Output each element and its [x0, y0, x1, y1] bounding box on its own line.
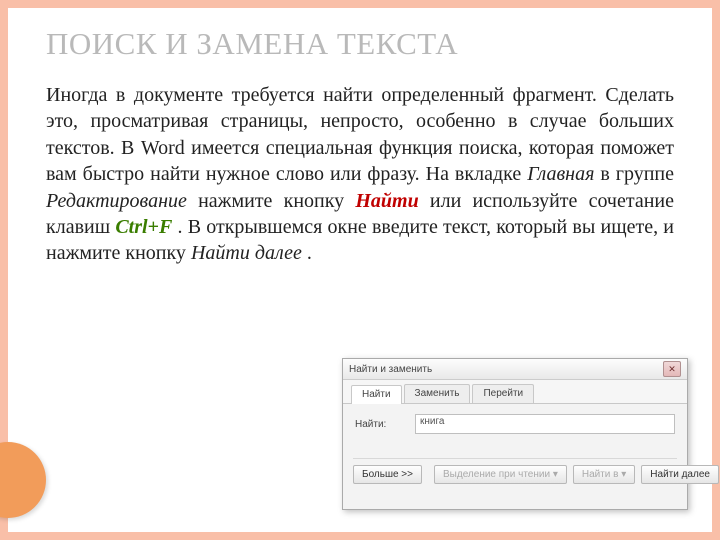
em-findnext: Найти далее — [191, 242, 302, 264]
body-text: нажмите кнопку — [198, 190, 355, 212]
reading-highlight-button[interactable]: Выделение при чтении ▾ — [434, 465, 567, 484]
brand-find: Найти — [355, 190, 418, 212]
find-next-button[interactable]: Найти далее — [641, 465, 719, 484]
find-input[interactable]: книга — [415, 414, 675, 434]
find-label: Найти: — [355, 419, 405, 430]
tab-find[interactable]: Найти — [351, 385, 402, 404]
tab-replace[interactable]: Заменить — [404, 384, 471, 403]
dialog-titlebar: Найти и заменить ✕ — [343, 359, 687, 380]
body-paragraph: Иногда в документе требуется найти опред… — [46, 82, 674, 267]
find-replace-dialog: Найти и заменить ✕ Найти Заменить Перейт… — [342, 358, 688, 510]
page-title: ПОИСК И ЗАМЕНА ТЕКСТА — [46, 26, 674, 62]
slide-paper: ПОИСК И ЗАМЕНА ТЕКСТА Иногда в документе… — [8, 8, 712, 532]
find-in-button[interactable]: Найти в ▾ — [573, 465, 635, 484]
close-icon[interactable]: ✕ — [663, 361, 681, 377]
em-group: Редактирование — [46, 190, 187, 212]
dialog-buttons: Больше >> Выделение при чтении ▾ Найти в… — [343, 459, 687, 492]
em-tab: Главная — [527, 163, 594, 185]
more-button[interactable]: Больше >> — [353, 465, 422, 484]
dialog-body: Найти: книга — [343, 404, 687, 440]
brand-shortcut: Ctrl+F — [115, 216, 172, 238]
dialog-title: Найти и заменить — [349, 364, 432, 375]
decorative-circle — [0, 442, 46, 518]
tab-goto[interactable]: Перейти — [472, 384, 534, 403]
dialog-tabs: Найти Заменить Перейти — [343, 380, 687, 404]
body-text: . — [307, 242, 312, 264]
body-text: в группе — [600, 163, 674, 185]
